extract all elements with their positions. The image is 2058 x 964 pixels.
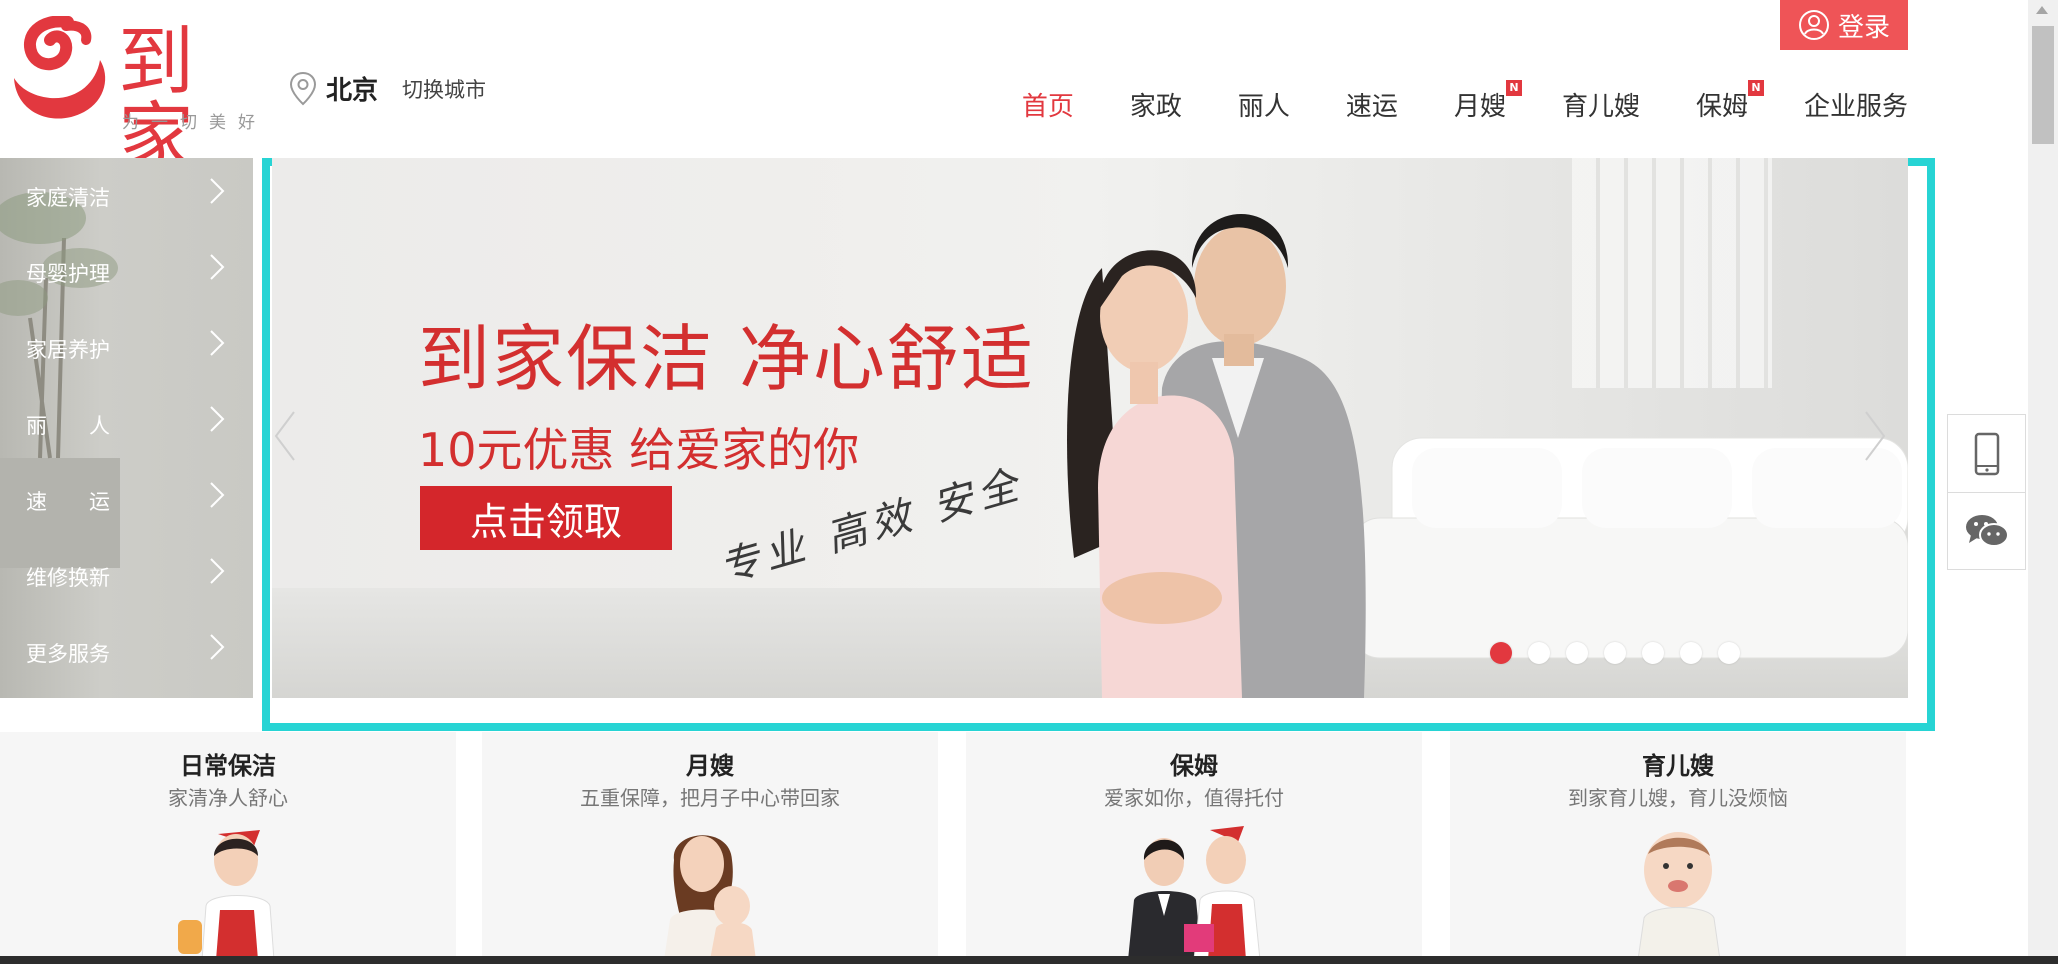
service-card-housemaid[interactable]: 保姆 爱家如你，值得托付 [966, 732, 1422, 956]
banner-title: 到家保洁 净心舒适 [418, 317, 1035, 401]
sidebar-item-express[interactable]: 速 运 [0, 462, 253, 538]
brand-slogan: 为一切美好 [122, 113, 267, 133]
new-badge: N [1505, 80, 1522, 96]
user-circle-icon [1798, 10, 1829, 40]
claim-coupon-button[interactable]: 点击领取 [420, 486, 672, 550]
bottom-taskbar-edge [0, 956, 2058, 964]
carousel-dot[interactable] [1680, 642, 1702, 664]
city-selector: 北京 切换城市 [288, 70, 486, 107]
location-pin-icon [289, 71, 317, 105]
new-badge: N [1747, 80, 1764, 96]
card-title: 育儿嫂 [1642, 752, 1714, 780]
chevron-right-icon [210, 634, 225, 660]
sofa-image [1352, 437, 1908, 659]
mobile-phone-icon [1974, 432, 1999, 475]
current-city: 北京 [326, 76, 379, 106]
wechat-icon [1965, 515, 2009, 547]
nav-item-housemaid[interactable]: 保姆 N [1696, 80, 1764, 123]
card-title: 保姆 [1170, 752, 1218, 780]
sidebar-item-home-maintenance[interactable]: 家居养护 [0, 310, 253, 386]
chevron-right-icon [210, 558, 225, 584]
sidebar-item-repair[interactable]: 维修换新 [0, 538, 253, 614]
chevron-right-icon [210, 330, 225, 356]
carousel-dot[interactable] [1718, 642, 1740, 664]
card-subtitle: 爱家如你，值得托付 [1104, 786, 1284, 810]
hero-banner[interactable]: 到家保洁 净心舒适 10元优惠 给爱家的你 点击领取 专业 高效 安全 [272, 158, 1908, 698]
swan-logo-icon [14, 16, 106, 119]
card-subtitle: 家清净人舒心 [168, 786, 288, 810]
nav-item-home[interactable]: 首页 [1022, 86, 1074, 123]
page-scrollbar[interactable] [2028, 0, 2058, 956]
carousel-dot[interactable] [1490, 642, 1512, 664]
service-card-daily-cleaning[interactable]: 日常保洁 家清净人舒心 [0, 732, 456, 956]
nav-item-nanny[interactable]: 育儿嫂 [1562, 86, 1640, 123]
carousel-dot[interactable] [1566, 642, 1588, 664]
login-button[interactable]: 登录 [1780, 0, 1908, 50]
sidebar-item-maternal-care[interactable]: 母婴护理 [0, 234, 253, 310]
sidebar-item-home-cleaning[interactable]: 家庭清洁 [0, 158, 253, 234]
baby-photo [1638, 832, 1720, 956]
main-nav: 首页 家政 丽人 速运 月嫂 N 育儿嫂 保姆 N 企业服务 [966, 80, 1908, 123]
chevron-right-icon [210, 482, 225, 508]
banner-subtitle: 10元优惠 给爱家的你 [418, 423, 860, 477]
nav-item-enterprise[interactable]: 企业服务 [1804, 86, 1908, 123]
service-card-nanny[interactable]: 育儿嫂 到家育儿嫂，育儿没烦恼 [1450, 732, 1906, 956]
carousel-dot[interactable] [1604, 642, 1626, 664]
nav-item-beauty[interactable]: 丽人 [1238, 86, 1290, 123]
carousel-dot[interactable] [1528, 642, 1550, 664]
scroll-thumb[interactable] [2032, 26, 2054, 144]
couple-photo [1067, 213, 1366, 698]
sidebar-item-beauty[interactable]: 丽 人 [0, 386, 253, 462]
chevron-right-icon [210, 406, 225, 432]
chevron-left-icon[interactable] [272, 408, 298, 464]
card-title: 月嫂 [686, 752, 734, 780]
brand-name: 到家 [118, 17, 196, 182]
chevron-right-icon [210, 178, 225, 204]
sidebar-item-more[interactable]: 更多服务 [0, 614, 253, 690]
service-card-maternity-nurse[interactable]: 月嫂 五重保障，把月子中心带回家 [482, 732, 938, 956]
switch-city-link[interactable]: 切换城市 [402, 74, 486, 104]
housemaid-team-photo [1128, 826, 1261, 956]
nav-item-express[interactable]: 速运 [1346, 86, 1398, 123]
cleaner-photo [178, 830, 275, 956]
chevron-right-icon[interactable] [1862, 408, 1888, 464]
category-sidebar: 家庭清洁 母婴护理 家居养护 丽 人 速 运 维修换新 更多服务 [0, 158, 253, 698]
wechat-button[interactable] [1948, 492, 2025, 569]
card-subtitle: 到家育儿嫂，育儿没烦恼 [1568, 786, 1788, 810]
login-label: 登录 [1837, 12, 1890, 43]
mother-baby-photo [664, 835, 756, 956]
chevron-right-icon [210, 254, 225, 280]
mobile-app-button[interactable] [1948, 415, 2025, 492]
service-cards: 日常保洁 家清净人舒心 月嫂 五重保障，把月子中心带回家 保姆 爱家如你，值得托… [0, 732, 1908, 956]
card-title: 日常保洁 [180, 752, 276, 780]
carousel-dots [1490, 642, 1756, 664]
carousel-dot[interactable] [1642, 642, 1664, 664]
brand-logo[interactable]: 到家 为一切美好 [6, 16, 268, 176]
card-subtitle: 五重保障，把月子中心带回家 [580, 786, 840, 810]
float-toolbar [1947, 414, 2026, 570]
nav-item-housekeeping[interactable]: 家政 [1130, 86, 1182, 123]
nav-item-maternity-nurse[interactable]: 月嫂 N [1454, 80, 1522, 123]
window-decoration [1572, 158, 1772, 388]
scroll-up-arrow[interactable] [2036, 6, 2048, 14]
